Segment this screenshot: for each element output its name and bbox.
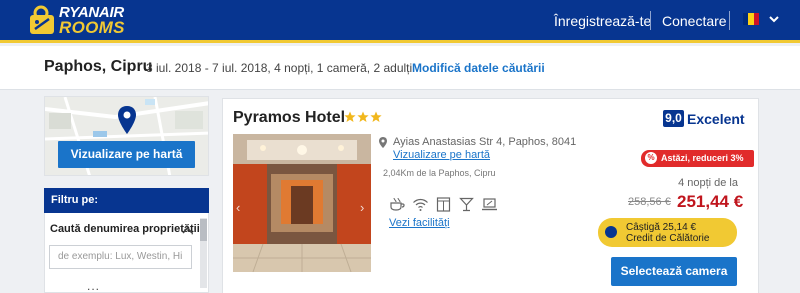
discount-badge: % Astăzi, reduceri 3% [641, 150, 754, 167]
laptop-icon [482, 198, 497, 211]
map-pin-icon [118, 106, 136, 134]
nav-divider [650, 11, 651, 30]
next-photo-icon[interactable]: › [360, 200, 364, 215]
hotel-map-link[interactable]: Vizualizare pe hartă [393, 149, 490, 161]
travel-credit-badge: Câștigă 25,14 € Credit de Călătorie [598, 218, 737, 247]
scrollbar-thumb[interactable] [200, 219, 207, 241]
register-link[interactable]: Înregistrează-te [554, 13, 651, 29]
top-navigation-bar: RYANAIR ROOMS Înregistrează-te Conectare [0, 0, 800, 43]
select-room-button[interactable]: Selectează camera [611, 257, 737, 286]
credit-coin-icon [605, 226, 617, 238]
nights-label: 4 nopți de la [678, 177, 738, 189]
rating-label: Excelent [687, 111, 745, 127]
hotel-name-link[interactable]: Pyramos Hotel [233, 109, 345, 127]
bar-icon [459, 197, 474, 212]
hotel-lobby-image [233, 134, 371, 272]
elevator-icon [436, 197, 451, 212]
modify-search-link[interactable]: Modifică datele căutării [412, 61, 545, 75]
filter-header: Filtru pe: [44, 188, 209, 213]
hotel-address: Ayias Anastasias Str 4, Paphos, 8041 [393, 136, 577, 148]
location-pin-icon [379, 137, 387, 148]
star-icon [344, 111, 356, 122]
filter-scrollbar[interactable] [200, 218, 207, 288]
chevron-down-icon[interactable] [768, 13, 780, 25]
search-details: 3 iul. 2018 - 7 iul. 2018, 4 nopți, 1 ca… [146, 61, 413, 75]
property-name-input[interactable]: de exemplu: Lux, Westin, Hi [49, 245, 192, 269]
credit-label: Credit de Călătorie [626, 233, 710, 244]
star-icon [357, 111, 369, 122]
distance-from-center: 2,04Km de la Paphos, Cipru [383, 168, 496, 178]
discount-text: Astăzi, reduceri 3% [661, 153, 744, 163]
property-name-filter-label[interactable]: Caută denumirea proprietății [50, 223, 200, 235]
amenity-icons [389, 197, 498, 212]
ryanair-rooms-logo[interactable]: RYANAIR ROOMS [28, 4, 148, 38]
star-icon [370, 111, 382, 122]
percent-icon: % [645, 152, 657, 164]
logo-text-rooms: ROOMS [59, 18, 125, 37]
view-facilities-link[interactable]: Vezi facilități [389, 217, 450, 229]
nav-divider [729, 11, 730, 30]
login-link[interactable]: Conectare [662, 13, 727, 29]
hotel-star-rating [344, 111, 382, 123]
credit-amount: Câștigă 25,14 € [626, 222, 697, 233]
filter-panel: Caută denumirea proprietății de exemplu:… [44, 213, 209, 293]
romania-flag-icon[interactable] [743, 13, 759, 25]
rating-score-badge: 9,0 [663, 110, 684, 127]
previous-photo-icon[interactable]: ‹ [236, 200, 240, 215]
hotel-photo[interactable]: ‹ › [233, 134, 371, 272]
original-price: 258,56 € [628, 196, 671, 208]
search-summary-bar: Paphos, Cipru 3 iul. 2018 - 7 iul. 2018,… [0, 46, 800, 90]
discounted-price: 251,44 € [677, 192, 744, 211]
destination-title: Paphos, Cipru [44, 58, 153, 75]
wifi-icon [413, 198, 428, 211]
suitcase-logo-icon [30, 5, 54, 34]
hotel-result-card: Pyramos Hotel ‹ › Ayias Anastasias Str 4… [222, 98, 759, 293]
more-filters-indicator: ... [87, 279, 101, 293]
coffee-icon [390, 197, 405, 211]
view-on-map-button[interactable]: Vizualizare pe hartă [58, 141, 195, 168]
chevron-up-icon[interactable] [182, 226, 193, 234]
